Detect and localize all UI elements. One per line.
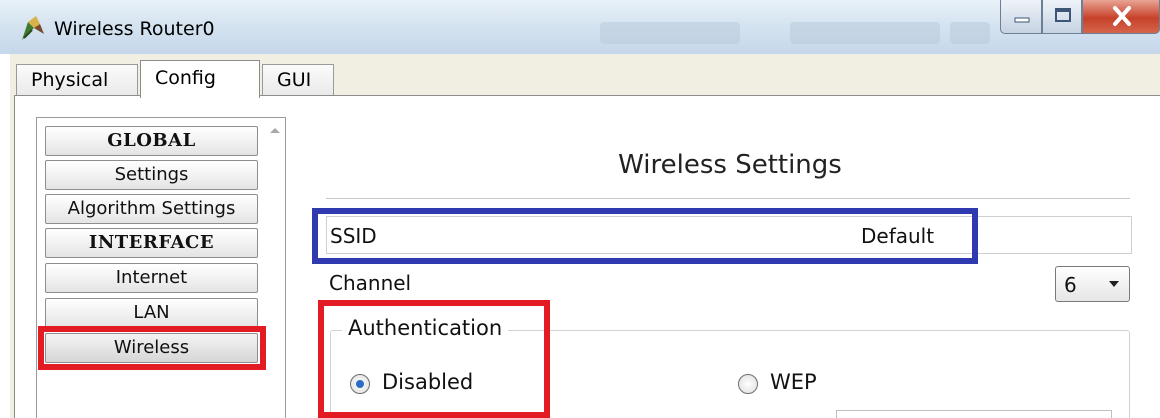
ssid-input-value[interactable]: Default [861, 224, 934, 248]
minimize-button[interactable] [1000, 0, 1042, 34]
sidebar: GLOBAL Settings Algorithm Settings INTER… [36, 117, 286, 418]
sidebar-item-wireless[interactable]: Wireless [45, 333, 258, 363]
close-icon [1113, 6, 1131, 26]
scroll-up-icon[interactable] [269, 126, 281, 134]
sidebar-item-algorithm-settings[interactable]: Algorithm Settings [45, 194, 258, 224]
chevron-down-icon [1109, 281, 1119, 287]
channel-selected-value: 6 [1064, 273, 1077, 297]
sidebar-scrollbar[interactable] [265, 118, 285, 418]
minimize-icon [1014, 17, 1030, 23]
channel-label: Channel [329, 271, 412, 295]
page-title: Wireless Settings [618, 150, 842, 180]
maximize-icon [1055, 8, 1071, 22]
sidebar-item-settings[interactable]: Settings [45, 160, 258, 190]
title-bar[interactable]: Wireless Router0 [0, 0, 1160, 54]
sidebar-header-global[interactable]: GLOBAL [45, 126, 258, 156]
maximize-button[interactable] [1042, 0, 1082, 34]
title-divider [326, 198, 1130, 200]
ssid-label: SSID [330, 224, 377, 248]
router-icon [22, 16, 44, 40]
tab-physical[interactable]: Physical [16, 64, 138, 96]
key-field[interactable] [836, 410, 1112, 418]
radio-disabled[interactable] [350, 374, 370, 394]
close-button[interactable] [1082, 0, 1160, 34]
window-title: Wireless Router0 [54, 18, 215, 40]
radio-wep-label[interactable]: WEP [770, 370, 817, 394]
tab-gui[interactable]: GUI [262, 64, 334, 96]
radio-disabled-label[interactable]: Disabled [382, 370, 473, 394]
channel-select[interactable]: 6 [1055, 266, 1130, 302]
authentication-legend: Authentication [342, 316, 509, 340]
radio-wep[interactable] [738, 374, 758, 394]
tab-config[interactable]: Config [140, 60, 260, 98]
sidebar-item-lan[interactable]: LAN [45, 298, 258, 328]
ssid-field[interactable] [326, 216, 1132, 254]
sidebar-item-internet[interactable]: Internet [45, 263, 258, 293]
sidebar-header-interface[interactable]: INTERFACE [45, 228, 258, 258]
